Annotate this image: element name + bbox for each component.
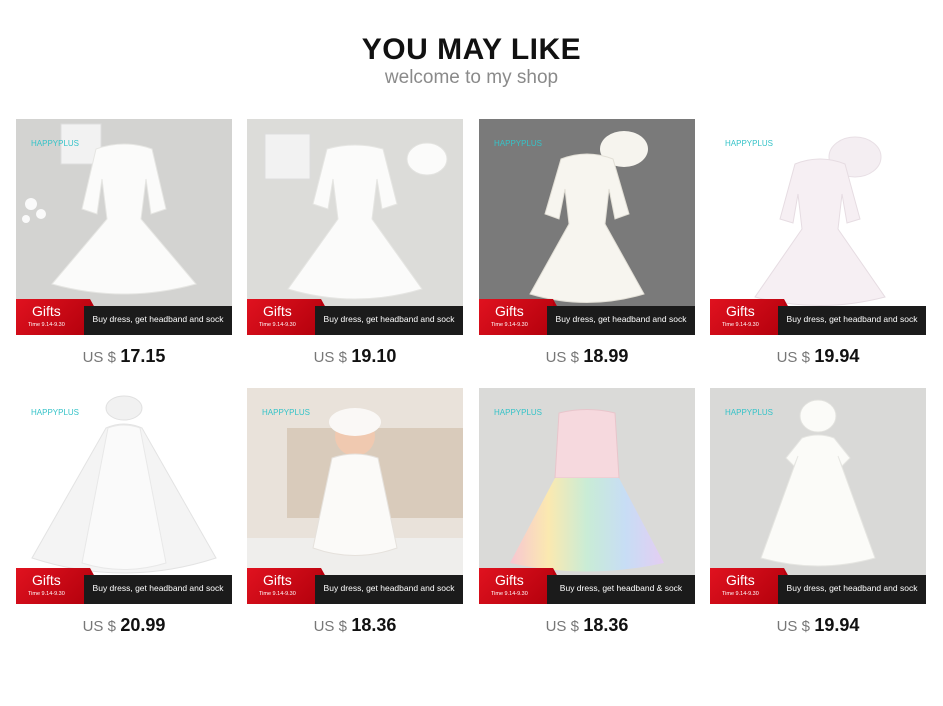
price-value: 18.99: [583, 346, 629, 366]
price-value: 17.15: [120, 346, 166, 366]
promo-text: Buy dress, get headband and sock: [323, 583, 455, 593]
gifts-label: Gifts: [726, 303, 755, 319]
price-currency: US $: [545, 349, 579, 366]
price-currency: US $: [776, 349, 810, 366]
gifts-badge: Gifts Time 9.14-9.30: [710, 568, 794, 604]
gifts-badge: Gifts Time 9.14-9.30: [710, 299, 794, 335]
brand-watermark: HAPPYPLUS: [494, 139, 543, 148]
gifts-badge: Gifts Time 9.14-9.30: [16, 568, 100, 604]
promo-box: Buy dress, get headband and sock: [778, 575, 926, 604]
product-card[interactable]: HAPPYPLUS Gifts Time 9.14-9.30 Buy dress…: [247, 388, 463, 638]
price-currency: US $: [313, 618, 347, 635]
promo-banner: Gifts Time 9.14-9.30 Buy dress, get head…: [16, 568, 232, 604]
price-currency: US $: [82, 349, 116, 366]
gifts-time: Time 9.14-9.30: [259, 322, 296, 328]
product-price: US $ 17.15: [16, 345, 232, 369]
promo-box: Buy dress, get headband and sock: [315, 306, 463, 335]
gifts-badge: Gifts Time 9.14-9.30: [16, 299, 100, 335]
section-title: YOU MAY LIKE: [361, 33, 582, 66]
product-image[interactable]: Gifts Time 9.14-9.30 Buy dress, get head…: [247, 119, 463, 335]
product-image[interactable]: HAPPYPLUS Gifts Time 9.14-9.30 Buy dress…: [710, 388, 926, 604]
promo-text: Buy dress, get headband and sock: [555, 314, 687, 324]
gifts-time: Time 9.14-9.30: [28, 322, 65, 328]
brand-watermark: HAPPYPLUS: [31, 139, 80, 148]
gifts-badge: Gifts Time 9.14-9.30: [247, 299, 331, 335]
brand-watermark: HAPPYPLUS: [725, 139, 774, 148]
brand-watermark: HAPPYPLUS: [725, 408, 774, 417]
product-card[interactable]: HAPPYPLUS Gifts Time 9.14-9.30 Buy dress…: [16, 388, 232, 638]
promo-box: Buy dress, get headband and sock: [84, 306, 232, 335]
price-currency: US $: [776, 618, 810, 635]
price-value: 18.36: [351, 615, 397, 635]
promo-banner: Gifts Time 9.14-9.30 Buy dress, get head…: [479, 568, 695, 604]
product-price: US $ 18.99: [479, 345, 695, 369]
gifts-label: Gifts: [263, 572, 292, 588]
promo-banner: Gifts Time 9.14-9.30 Buy dress, get head…: [247, 299, 463, 335]
gifts-time: Time 9.14-9.30: [491, 591, 528, 597]
gifts-time: Time 9.14-9.30: [722, 322, 759, 328]
gifts-label: Gifts: [495, 572, 524, 588]
promo-box: Buy dress, get headband and sock: [315, 575, 463, 604]
gifts-label: Gifts: [32, 572, 61, 588]
section-subtitle: welcome to my shop: [384, 67, 559, 88]
promo-text: Buy dress, get headband and sock: [786, 583, 918, 593]
gifts-time: Time 9.14-9.30: [28, 591, 65, 597]
product-price: US $ 18.36: [247, 614, 463, 638]
promo-text: Buy dress, get headband and sock: [323, 314, 455, 324]
product-card[interactable]: HAPPYPLUS Gifts Time 9.14-9.30 Buy dress…: [710, 119, 926, 369]
promo-banner: Gifts Time 9.14-9.30 Buy dress, get head…: [247, 568, 463, 604]
price-value: 20.99: [120, 615, 166, 635]
gifts-label: Gifts: [726, 572, 755, 588]
product-image[interactable]: HAPPYPLUS Gifts Time 9.14-9.30 Buy dress…: [479, 388, 695, 604]
product-card[interactable]: HAPPYPLUS Gifts Time 9.14-9.30 Buy dress…: [16, 119, 232, 369]
product-image[interactable]: HAPPYPLUS Gifts Time 9.14-9.30 Buy dress…: [710, 119, 926, 335]
gifts-time: Time 9.14-9.30: [259, 591, 296, 597]
price-currency: US $: [82, 618, 116, 635]
product-card[interactable]: HAPPYPLUS Gifts Time 9.14-9.30 Buy dress…: [479, 388, 695, 638]
gifts-time: Time 9.14-9.30: [722, 591, 759, 597]
product-card[interactable]: HAPPYPLUS Gifts Time 9.14-9.30 Buy dress…: [710, 388, 926, 638]
product-price: US $ 19.94: [710, 614, 926, 638]
product-image[interactable]: HAPPYPLUS Gifts Time 9.14-9.30 Buy dress…: [16, 388, 232, 604]
gifts-badge: Gifts Time 9.14-9.30: [247, 568, 331, 604]
promo-text: Buy dress, get headband and sock: [786, 314, 918, 324]
product-image[interactable]: HAPPYPLUS Gifts Time 9.14-9.30 Buy dress…: [479, 119, 695, 335]
promo-banner: Gifts Time 9.14-9.30 Buy dress, get head…: [479, 299, 695, 335]
promo-text: Buy dress, get headband & sock: [559, 583, 683, 593]
gifts-label: Gifts: [495, 303, 524, 319]
promo-text: Buy dress, get headband and sock: [92, 314, 224, 324]
promo-banner: Gifts Time 9.14-9.30 Buy dress, get head…: [710, 299, 926, 335]
brand-watermark: HAPPYPLUS: [494, 408, 543, 417]
promo-banner: Gifts Time 9.14-9.30 Buy dress, get head…: [16, 299, 232, 335]
gifts-label: Gifts: [32, 303, 61, 319]
product-card[interactable]: Gifts Time 9.14-9.30 Buy dress, get head…: [247, 119, 463, 369]
gifts-label: Gifts: [263, 303, 292, 319]
promo-box: Buy dress, get headband & sock: [547, 575, 695, 604]
product-price: US $ 20.99: [16, 614, 232, 638]
product-price: US $ 19.10: [247, 345, 463, 369]
promo-box: Buy dress, get headband and sock: [547, 306, 695, 335]
promo-box: Buy dress, get headband and sock: [778, 306, 926, 335]
gifts-badge: Gifts Time 9.14-9.30: [479, 568, 563, 604]
promo-text: Buy dress, get headband and sock: [92, 583, 224, 593]
product-image[interactable]: HAPPYPLUS Gifts Time 9.14-9.30 Buy dress…: [247, 388, 463, 604]
section-header: YOU MAY LIKE welcome to my shop: [0, 30, 943, 88]
product-image[interactable]: HAPPYPLUS Gifts Time 9.14-9.30 Buy dress…: [16, 119, 232, 335]
product-price: US $ 18.36: [479, 614, 695, 638]
brand-watermark: HAPPYPLUS: [262, 408, 311, 417]
price-currency: US $: [545, 618, 579, 635]
product-card[interactable]: HAPPYPLUS Gifts Time 9.14-9.30 Buy dress…: [479, 119, 695, 369]
price-value: 19.94: [814, 346, 860, 366]
price-value: 19.94: [814, 615, 860, 635]
promo-box: Buy dress, get headband and sock: [84, 575, 232, 604]
price-value: 19.10: [351, 346, 397, 366]
promo-banner: Gifts Time 9.14-9.30 Buy dress, get head…: [710, 568, 926, 604]
gifts-badge: Gifts Time 9.14-9.30: [479, 299, 563, 335]
gifts-time: Time 9.14-9.30: [491, 322, 528, 328]
brand-watermark: HAPPYPLUS: [31, 408, 80, 417]
price-value: 18.36: [583, 615, 629, 635]
product-price: US $ 19.94: [710, 345, 926, 369]
price-currency: US $: [313, 349, 347, 366]
